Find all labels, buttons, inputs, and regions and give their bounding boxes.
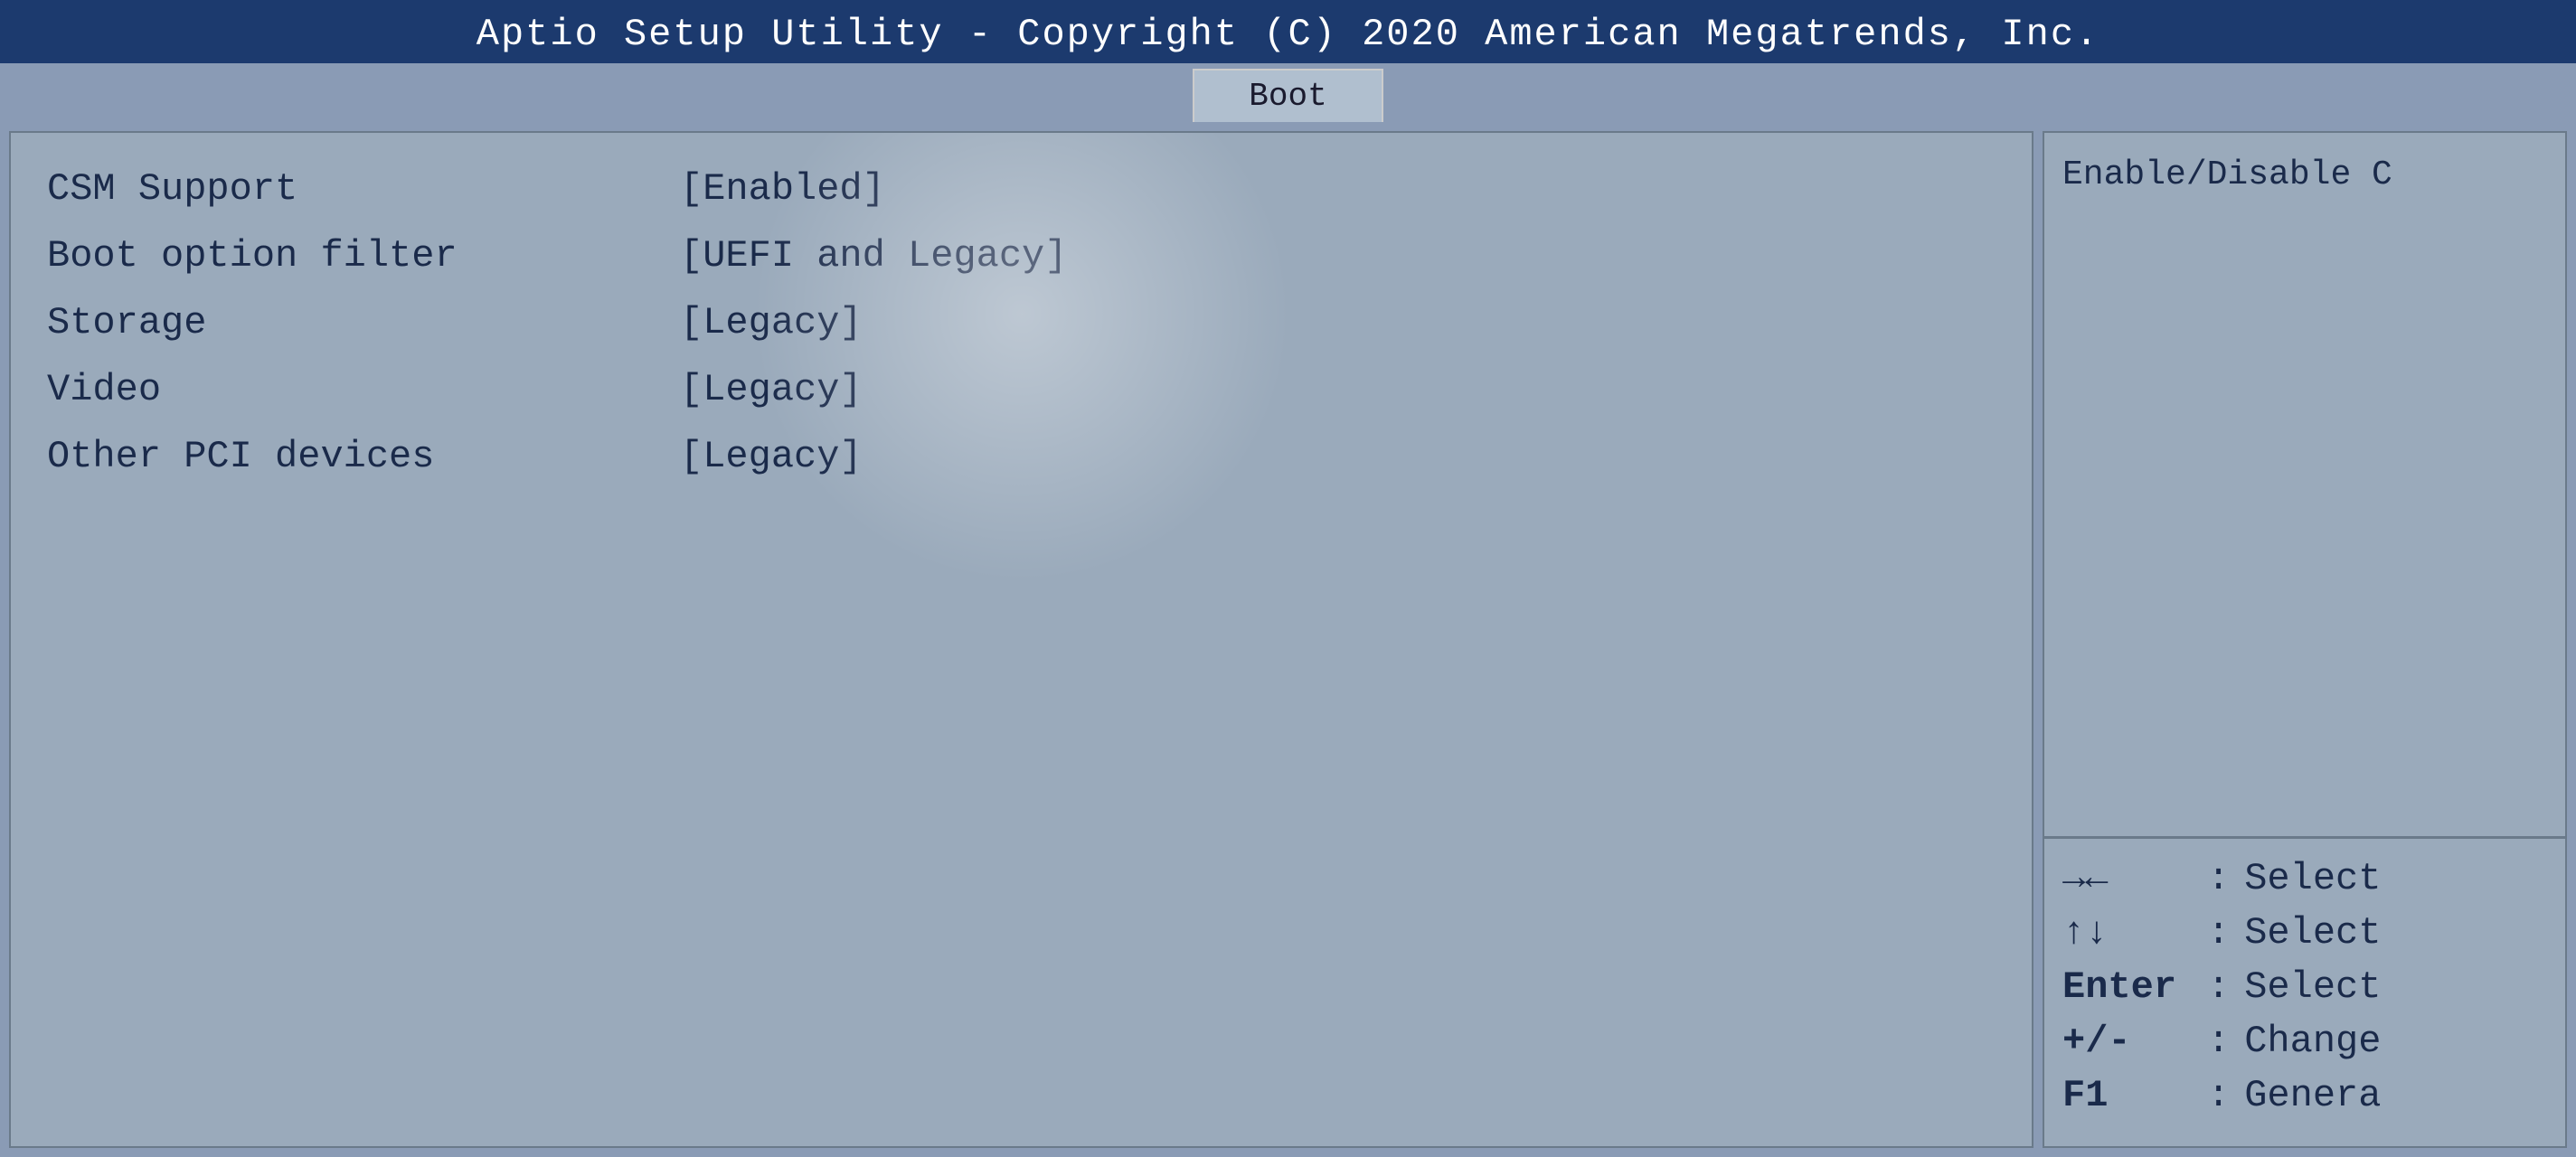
list-item: ↑↓ : Select (2062, 911, 2547, 955)
title-text: Aptio Setup Utility - Copyright (C) 2020… (477, 13, 2099, 56)
boot-tab-label: Boot (1249, 78, 1326, 115)
list-item: +/- : Change (2062, 1020, 2547, 1063)
tab-bar: Boot (0, 63, 2576, 122)
key-desc-2: Select (2244, 965, 2381, 1009)
csm-support-value: [Enabled] (680, 167, 885, 211)
table-row[interactable]: Storage [Legacy] (47, 294, 1996, 352)
key-desc-4: Genera (2244, 1074, 2381, 1117)
colon-1: : (2207, 911, 2230, 955)
title-bar: Aptio Setup Utility - Copyright (C) 2020… (0, 0, 2576, 63)
key-help-section: →← : Select ↑↓ : Select Enter : Select +… (2044, 839, 2565, 1146)
colon-3: : (2207, 1020, 2230, 1063)
list-item: F1 : Genera (2062, 1074, 2547, 1117)
table-row[interactable]: Other PCI devices [Legacy] (47, 428, 1996, 485)
bios-screen: Aptio Setup Utility - Copyright (C) 2020… (0, 0, 2576, 1157)
list-item: Enter : Select (2062, 965, 2547, 1009)
colon-2: : (2207, 965, 2230, 1009)
key-plus-minus-icon: +/- (2062, 1020, 2207, 1063)
table-row[interactable]: Video [Legacy] (47, 361, 1996, 419)
key-up-down-icon: ↑↓ (2062, 911, 2207, 955)
colon-4: : (2207, 1074, 2230, 1117)
left-panel: CSM Support [Enabled] Boot option filter… (9, 131, 2033, 1148)
key-enter-icon: Enter (2062, 965, 2207, 1009)
key-left-right-icon: →← (2062, 857, 2207, 900)
main-content: CSM Support [Enabled] Boot option filter… (0, 122, 2576, 1157)
storage-value: [Legacy] (680, 301, 863, 344)
settings-table: CSM Support [Enabled] Boot option filter… (47, 160, 1996, 485)
video-label: Video (47, 368, 680, 411)
table-row[interactable]: CSM Support [Enabled] (47, 160, 1996, 218)
list-item: →← : Select (2062, 857, 2547, 900)
key-desc-0: Select (2244, 857, 2381, 900)
other-pci-value: [Legacy] (680, 435, 863, 478)
video-value: [Legacy] (680, 368, 863, 411)
csm-support-label: CSM Support (47, 167, 680, 211)
right-panel: Enable/Disable C →← : Select ↑↓ : Select… (2043, 131, 2567, 1148)
key-desc-3: Change (2244, 1020, 2381, 1063)
description-text: Enable/Disable C (2062, 155, 2392, 194)
table-row[interactable]: Boot option filter [UEFI and Legacy] (47, 227, 1996, 285)
boot-option-filter-label: Boot option filter (47, 234, 680, 277)
other-pci-label: Other PCI devices (47, 435, 680, 478)
key-desc-1: Select (2244, 911, 2381, 955)
boot-option-filter-value: [UEFI and Legacy] (680, 234, 1067, 277)
right-panel-description: Enable/Disable C (2044, 133, 2565, 839)
boot-tab[interactable]: Boot (1193, 69, 1382, 122)
key-f1-icon: F1 (2062, 1074, 2207, 1117)
storage-label: Storage (47, 301, 680, 344)
colon-0: : (2207, 857, 2230, 900)
